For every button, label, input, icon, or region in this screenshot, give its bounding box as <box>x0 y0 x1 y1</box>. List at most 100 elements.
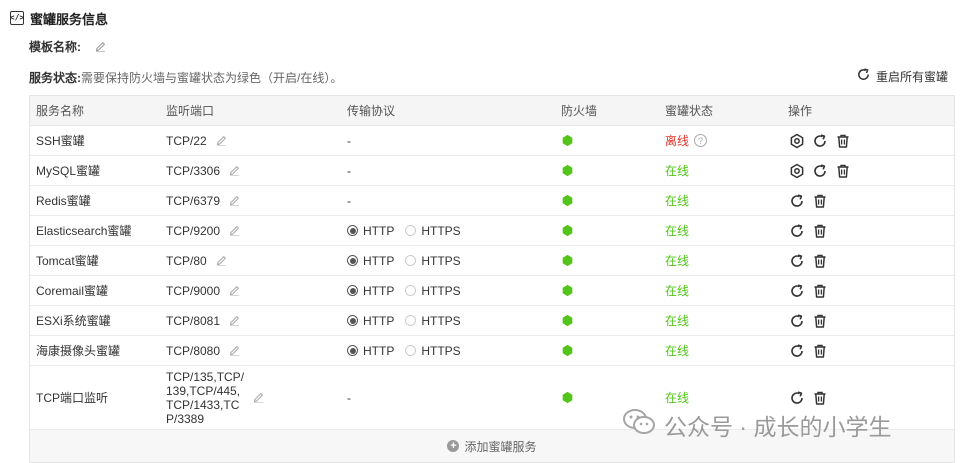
protocol-cell: - <box>341 164 555 178</box>
state-cell: 在线 <box>659 252 782 269</box>
restart-button[interactable] <box>788 192 805 209</box>
trash-icon <box>812 223 828 239</box>
config-button[interactable] <box>788 162 805 179</box>
restart-button[interactable] <box>788 342 805 359</box>
protocol-radio-https[interactable] <box>405 345 417 356</box>
honeypot-state: 在线 <box>665 344 690 358</box>
trash-icon <box>812 283 828 299</box>
protocol-label-http: HTTP <box>363 253 395 268</box>
edit-pencil-icon[interactable] <box>93 39 107 53</box>
protocol-radio-http[interactable] <box>347 315 358 326</box>
table-header: 服务名称 监听端口 传输协议 防火墙 蜜罐状态 操作 <box>30 96 954 126</box>
refresh-icon <box>789 253 805 269</box>
honeypot-state: 在线 <box>665 314 690 328</box>
actions-cell <box>782 192 954 209</box>
restart-button[interactable] <box>811 162 828 179</box>
restart-button[interactable] <box>811 132 828 149</box>
edit-port-pencil-icon[interactable] <box>228 224 241 237</box>
service-status-label: 服务状态: <box>29 70 81 85</box>
actions-cell <box>782 132 954 149</box>
delete-button[interactable] <box>811 342 828 359</box>
section-header: </> 蜜罐服务信息 <box>10 9 108 27</box>
edit-port-pencil-icon[interactable] <box>228 284 241 297</box>
firewall-cell <box>555 284 659 297</box>
service-name: SSH蜜罐 <box>36 134 85 148</box>
table-row: Tomcat蜜罐 TCP/80 HTTP HTTPS 在线 <box>30 246 954 276</box>
restart-all-button[interactable]: 重启所有蜜罐 <box>856 67 948 85</box>
config-button[interactable] <box>788 132 805 149</box>
port-line: 139,TCP/445, <box>166 383 241 398</box>
restart-button[interactable] <box>788 252 805 269</box>
protocol-label-https: HTTPS <box>421 223 461 238</box>
table-row: SSH蜜罐 TCP/22 - 离线? <box>30 126 954 156</box>
protocol-radio-https[interactable] <box>405 225 417 236</box>
edit-port-pencil-icon[interactable] <box>252 391 265 404</box>
protocol-radio-https[interactable] <box>405 285 417 296</box>
delete-button[interactable] <box>811 282 828 299</box>
port-cell: TCP/6379 <box>160 194 341 208</box>
honeypot-state: 在线 <box>665 284 690 298</box>
protocol-radio-http[interactable] <box>347 345 358 356</box>
delete-button[interactable] <box>811 252 828 269</box>
port-cell: TCP/80 <box>160 254 341 268</box>
protocol-radio-http[interactable] <box>347 285 358 296</box>
restart-button[interactable] <box>788 222 805 239</box>
column-header-actions: 操作 <box>788 104 813 118</box>
edit-port-pencil-icon[interactable] <box>228 194 241 207</box>
delete-button[interactable] <box>834 132 851 149</box>
refresh-icon <box>812 163 828 179</box>
protocol-radio-http[interactable] <box>347 225 358 236</box>
port-cell: TCP/8081 <box>160 314 341 328</box>
protocol-cell: HTTP HTTPS <box>341 254 555 268</box>
service-name: Tomcat蜜罐 <box>36 254 99 268</box>
service-name: Redis蜜罐 <box>36 194 91 208</box>
template-name-label: 模板名称: <box>29 39 81 54</box>
service-status-description: 需要保持防火墙与蜜罐状态为绿色（开启/在线）。 <box>81 70 343 85</box>
firewall-status-icon <box>561 344 574 357</box>
protocol-radio-https[interactable] <box>405 315 417 326</box>
delete-button[interactable] <box>811 192 828 209</box>
delete-button[interactable] <box>811 312 828 329</box>
delete-button[interactable] <box>811 222 828 239</box>
honeypot-state: 离线 <box>665 134 690 148</box>
protocol-label-https: HTTPS <box>421 253 461 268</box>
trash-icon <box>812 313 828 329</box>
protocol-label-https: HTTPS <box>421 313 461 328</box>
service-name: ESXi系统蜜罐 <box>36 314 111 328</box>
protocol-radio-group: HTTP HTTPS <box>347 284 467 298</box>
firewall-cell <box>555 254 659 267</box>
edit-port-pencil-icon[interactable] <box>215 254 228 267</box>
port-cell: TCP/3306 <box>160 164 341 178</box>
port-list: TCP/135,TCP/139,TCP/445, TCP/1433,TC P/338… <box>166 370 244 426</box>
delete-button[interactable] <box>834 162 851 179</box>
firewall-status-icon <box>561 314 574 327</box>
delete-button[interactable] <box>811 389 828 406</box>
port-value: TCP/22 <box>166 133 207 148</box>
hexagon-settings-icon <box>789 133 805 149</box>
trash-icon <box>835 133 851 149</box>
firewall-cell <box>555 194 659 207</box>
watermark-text: 公众号 · 成长的小学生 <box>664 414 892 440</box>
table-row: MySQL蜜罐 TCP/3306 - 在线 <box>30 156 954 186</box>
restart-button[interactable] <box>788 282 805 299</box>
protocol-radio-http[interactable] <box>347 255 358 266</box>
help-icon[interactable]: ? <box>694 134 708 147</box>
edit-port-pencil-icon[interactable] <box>228 314 241 327</box>
state-cell: 在线 <box>659 282 782 299</box>
service-name: 海康摄像头蜜罐 <box>36 344 121 358</box>
table-row: ESXi系统蜜罐 TCP/8081 HTTP HTTPS 在线 <box>30 306 954 336</box>
protocol-radio-https[interactable] <box>405 255 417 266</box>
hexagon-settings-icon <box>789 163 805 179</box>
protocol-value: - <box>347 390 351 405</box>
edit-port-pencil-icon[interactable] <box>228 344 241 357</box>
honeypot-state: 在线 <box>665 164 690 178</box>
restart-button[interactable] <box>788 389 805 406</box>
refresh-icon <box>789 390 805 406</box>
honeypot-state: 在线 <box>665 194 690 208</box>
honeypot-state: 在线 <box>665 254 690 268</box>
trash-icon <box>812 390 828 406</box>
port-value: TCP/8081 <box>166 313 221 328</box>
edit-port-pencil-icon[interactable] <box>215 134 228 147</box>
restart-button[interactable] <box>788 312 805 329</box>
edit-port-pencil-icon[interactable] <box>228 164 241 177</box>
